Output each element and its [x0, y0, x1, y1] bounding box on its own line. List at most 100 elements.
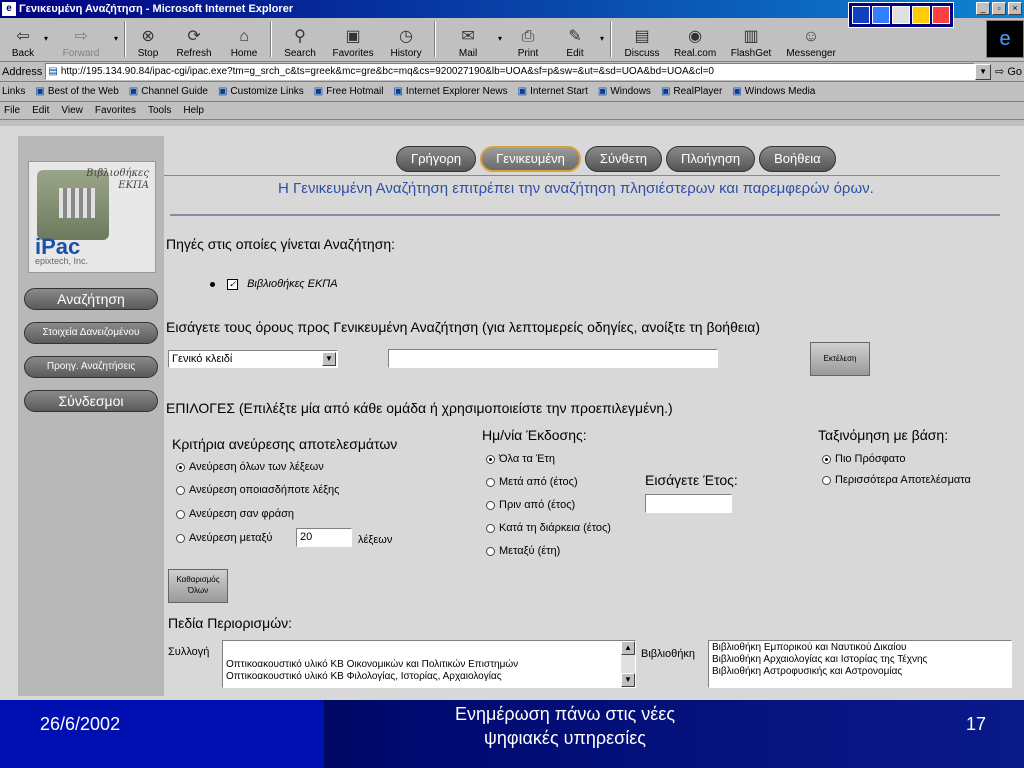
scroll-down-icon[interactable]: ▼ — [621, 673, 635, 687]
list-item[interactable]: Βιβλιοθήκη Αστροφυσικής και Αστρονομίας — [712, 666, 1011, 678]
menu-file[interactable]: File — [4, 105, 20, 116]
search-terms-input[interactable] — [388, 349, 718, 368]
link-item[interactable]: ▣ Free Hotmail — [314, 86, 384, 97]
menu-favorites[interactable]: Favorites — [95, 105, 136, 116]
go-button[interactable]: ⇨ Go — [995, 65, 1022, 78]
messenger-button[interactable]: ☺ Messenger — [780, 19, 842, 59]
list-item[interactable]: Βιβλιοθήκη Αρχαιολογίας και Ιστορίας της… — [712, 654, 1011, 666]
back-button[interactable]: ⇦ Back — [4, 19, 42, 59]
mail-button[interactable]: ✉ Mail — [440, 19, 496, 59]
mail-icon: ✉ — [461, 28, 475, 45]
toolbar-button-label: Refresh — [176, 48, 212, 59]
criteria-option-any[interactable]: Ανεύρεση οποιασδήποτε λέξης — [176, 484, 339, 496]
chevron-down-icon[interactable]: ▾ — [498, 34, 502, 43]
tab-4[interactable]: Βοήθεια — [759, 146, 836, 172]
radio[interactable] — [486, 546, 495, 556]
radio[interactable] — [176, 485, 185, 495]
print-button[interactable]: ⎙ Print — [504, 19, 552, 59]
close-icon[interactable]: × — [1008, 2, 1022, 15]
library-listbox[interactable]: Βιβλιοθήκη Εμπορικού και Ναυτικού Δικαίο… — [708, 640, 1012, 688]
stop-button[interactable]: ⊗ Stop — [130, 19, 166, 59]
scroll-up-icon[interactable]: ▲ — [621, 641, 635, 655]
discuss-button[interactable]: ▤ Discuss — [616, 19, 668, 59]
radio[interactable] — [486, 523, 495, 533]
sidebar-search-button[interactable]: Αναζήτηση — [24, 288, 158, 310]
link-item[interactable]: ▣ RealPlayer — [661, 86, 722, 97]
menu-tools[interactable]: Tools — [148, 105, 171, 116]
sidebar-borrower-button[interactable]: Στοιχεία Δανειζομένου — [24, 322, 158, 344]
criteria-option-all[interactable]: Ανεύρεση όλων των λέξεων — [176, 461, 324, 473]
menu-help[interactable]: Help — [183, 105, 204, 116]
address-input[interactable]: ▤ http://195.134.90.84/ipac-cgi/ipac.exe… — [45, 63, 976, 80]
link-item[interactable]: ▣ Channel Guide — [129, 86, 208, 97]
library-label: Βιβλιοθήκη — [641, 648, 696, 660]
date-option-during[interactable]: Κατά τη διάρκεια (έτος) — [486, 522, 611, 534]
limits-heading: Πεδία Περιορισμών: — [168, 615, 293, 631]
maximize-icon[interactable]: ▫ — [992, 2, 1006, 15]
link-item[interactable]: ▣ Windows Media — [732, 86, 815, 97]
collection-listbox[interactable]: Οπτικοακουστικό υλικό ΚΒ Οικονομικών και… — [222, 640, 636, 688]
real-com-button[interactable]: ◉ Real.com — [668, 19, 722, 59]
forward-button[interactable]: ⇨ Forward — [50, 19, 112, 59]
chevron-down-icon[interactable]: ▾ — [600, 34, 604, 43]
tab-2[interactable]: Σύνθετη — [584, 146, 662, 172]
home-button[interactable]: ⌂ Home — [222, 19, 266, 59]
sidebar-links-button[interactable]: Σύνδεσμοι — [24, 390, 158, 412]
tab-3[interactable]: Πλοήγηση — [665, 146, 756, 172]
flashget-button[interactable]: ▥ FlashGet — [722, 19, 780, 59]
sort-option-recent[interactable]: Πιο Πρόσφατο — [822, 453, 905, 465]
edit-button[interactable]: ✎ Edit — [552, 19, 598, 59]
tab-0[interactable]: Γρήγορη — [396, 146, 477, 172]
year-input[interactable] — [645, 494, 732, 513]
favorites-button[interactable]: ▣ Favorites — [324, 19, 382, 59]
menu-view[interactable]: View — [61, 105, 83, 116]
link-item[interactable]: ▣ Customize Links — [218, 86, 304, 97]
search-button[interactable]: ⚲ Search — [276, 19, 324, 59]
source-checkbox[interactable]: ✓ — [227, 278, 238, 290]
scrollbar[interactable]: ▲ ▼ — [621, 641, 635, 687]
links-bar: Links ▣ Best of the Web ▣ Channel Guide ▣ Cus… — [0, 82, 1024, 102]
criteria-option-phrase[interactable]: Ανεύρεση σαν φράση — [176, 508, 294, 520]
between-words-input[interactable]: 20 — [296, 528, 352, 547]
refresh-button[interactable]: ⟳ Refresh — [166, 19, 222, 59]
radio[interactable] — [486, 500, 495, 510]
page-icon: ▣ — [597, 86, 608, 97]
date-option-before[interactable]: Πριν από (έτος) — [486, 499, 575, 511]
link-item[interactable]: ▣ Best of the Web — [35, 86, 118, 97]
chevron-down-icon[interactable]: ▾ — [114, 34, 118, 43]
radio[interactable] — [486, 477, 495, 487]
between-words-suffix: λέξεων — [358, 534, 393, 546]
radio[interactable] — [176, 509, 185, 519]
link-item[interactable]: ▣ Windows — [598, 86, 651, 97]
execute-button[interactable]: Εκτέλεση — [810, 342, 870, 376]
links-label: Links — [2, 86, 26, 97]
bullet — [210, 281, 215, 287]
history-button[interactable]: ◷ History — [382, 19, 430, 59]
edit-icon: ✎ — [568, 28, 582, 45]
radio[interactable] — [176, 533, 185, 543]
list-item[interactable]: Οπτικοακουστικό υλικό ΚΒ Οικονομικών και… — [226, 659, 635, 671]
clear-all-button[interactable]: Καθαρισμός Όλων — [168, 569, 228, 603]
radio[interactable] — [176, 462, 185, 472]
criteria-option-between[interactable]: Ανεύρεση μεταξύ — [176, 532, 272, 544]
date-option-between[interactable]: Μεταξύ (έτη) — [486, 545, 560, 557]
chevron-down-icon[interactable]: ▾ — [44, 34, 48, 43]
link-label: Windows Media — [744, 86, 816, 97]
address-dropdown-icon[interactable]: ▼ — [975, 63, 992, 80]
date-option-all[interactable]: Όλα τα Έτη — [486, 453, 555, 465]
search-field-select[interactable]: Γενικό κλειδί ▼ — [168, 350, 338, 368]
sidebar-previous-searches-button[interactable]: Προηγ. Αναζητήσεις — [24, 356, 158, 378]
menu-edit[interactable]: Edit — [32, 105, 49, 116]
radio[interactable] — [822, 475, 831, 485]
sort-option-relevance[interactable]: Περισσότερα Αποτελέσματα — [822, 474, 971, 486]
date-label: Μετά από (έτος) — [499, 476, 578, 488]
link-item[interactable]: ▣ Internet Start — [518, 86, 588, 97]
date-option-after[interactable]: Μετά από (έτος) — [486, 476, 578, 488]
list-item[interactable]: Βιβλιοθήκη Εμπορικού και Ναυτικού Δικαίο… — [712, 642, 1011, 654]
tab-1[interactable]: Γενικευμένη — [480, 146, 581, 172]
radio[interactable] — [822, 454, 831, 464]
radio[interactable] — [486, 454, 495, 464]
link-item[interactable]: ▣ Internet Explorer News — [393, 86, 507, 97]
minimize-icon[interactable]: _ — [976, 2, 990, 15]
list-item[interactable]: Οπτικοακουστικό υλικό ΚΒ Φιλολογίας, Ιστ… — [226, 671, 635, 683]
